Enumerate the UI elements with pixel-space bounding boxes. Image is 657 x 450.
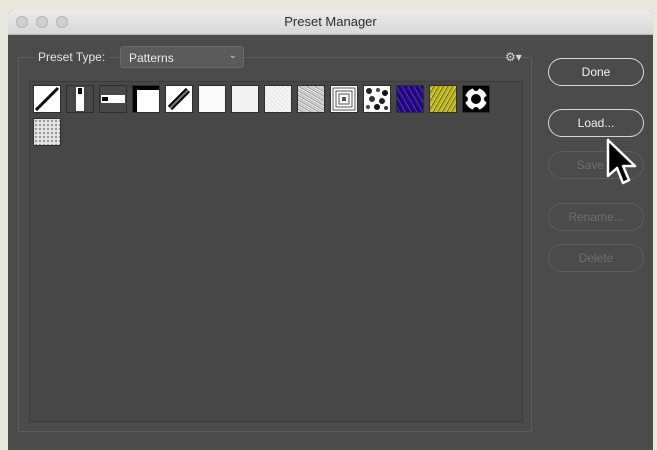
- pattern-swatch-black-white-ring[interactable]: [462, 85, 490, 113]
- pattern-swatch-corner[interactable]: [132, 85, 160, 113]
- pattern-swatch-purple-texture[interactable]: [396, 85, 424, 113]
- pattern-swatch-vertical-bar[interactable]: [66, 85, 94, 113]
- pattern-swatch-horizontal-bar[interactable]: [99, 85, 127, 113]
- load-button[interactable]: Load...: [548, 109, 644, 137]
- delete-button[interactable]: Delete: [548, 244, 644, 272]
- pattern-swatch-concentric-squares[interactable]: [330, 85, 358, 113]
- pattern-swatch-thick-diagonal[interactable]: [165, 85, 193, 113]
- pattern-swatch-light-texture[interactable]: [231, 85, 259, 113]
- title-bar: Preset Manager: [8, 10, 653, 35]
- pattern-swatch-yellow-texture[interactable]: [429, 85, 457, 113]
- pattern-swatch-gray-dots[interactable]: [33, 118, 61, 146]
- gear-icon[interactable]: ⚙▾: [505, 50, 522, 64]
- pattern-swatch-white-texture[interactable]: [198, 85, 226, 113]
- mouse-pointer-icon: [606, 138, 642, 193]
- pattern-swatch-coarse-noise[interactable]: [297, 85, 325, 113]
- rename-button[interactable]: Rename...: [548, 203, 644, 231]
- preset-type-label: Preset Type:: [34, 50, 110, 64]
- pattern-swatch-blob-texture[interactable]: [363, 85, 391, 113]
- done-button[interactable]: Done: [548, 58, 644, 86]
- pattern-grid: [29, 81, 523, 422]
- window-title: Preset Manager: [284, 14, 377, 29]
- preset-manager-window: Preset Manager Preset Type: Patterns ⌄ ⚙…: [8, 10, 653, 450]
- pattern-swatch-diagonal-line[interactable]: [33, 85, 61, 113]
- chevron-down-icon: ⌄: [228, 50, 237, 61]
- pattern-swatch-fine-noise[interactable]: [264, 85, 292, 113]
- preset-type-select[interactable]: Patterns ⌄: [120, 46, 244, 68]
- preset-type-value: Patterns: [129, 51, 174, 65]
